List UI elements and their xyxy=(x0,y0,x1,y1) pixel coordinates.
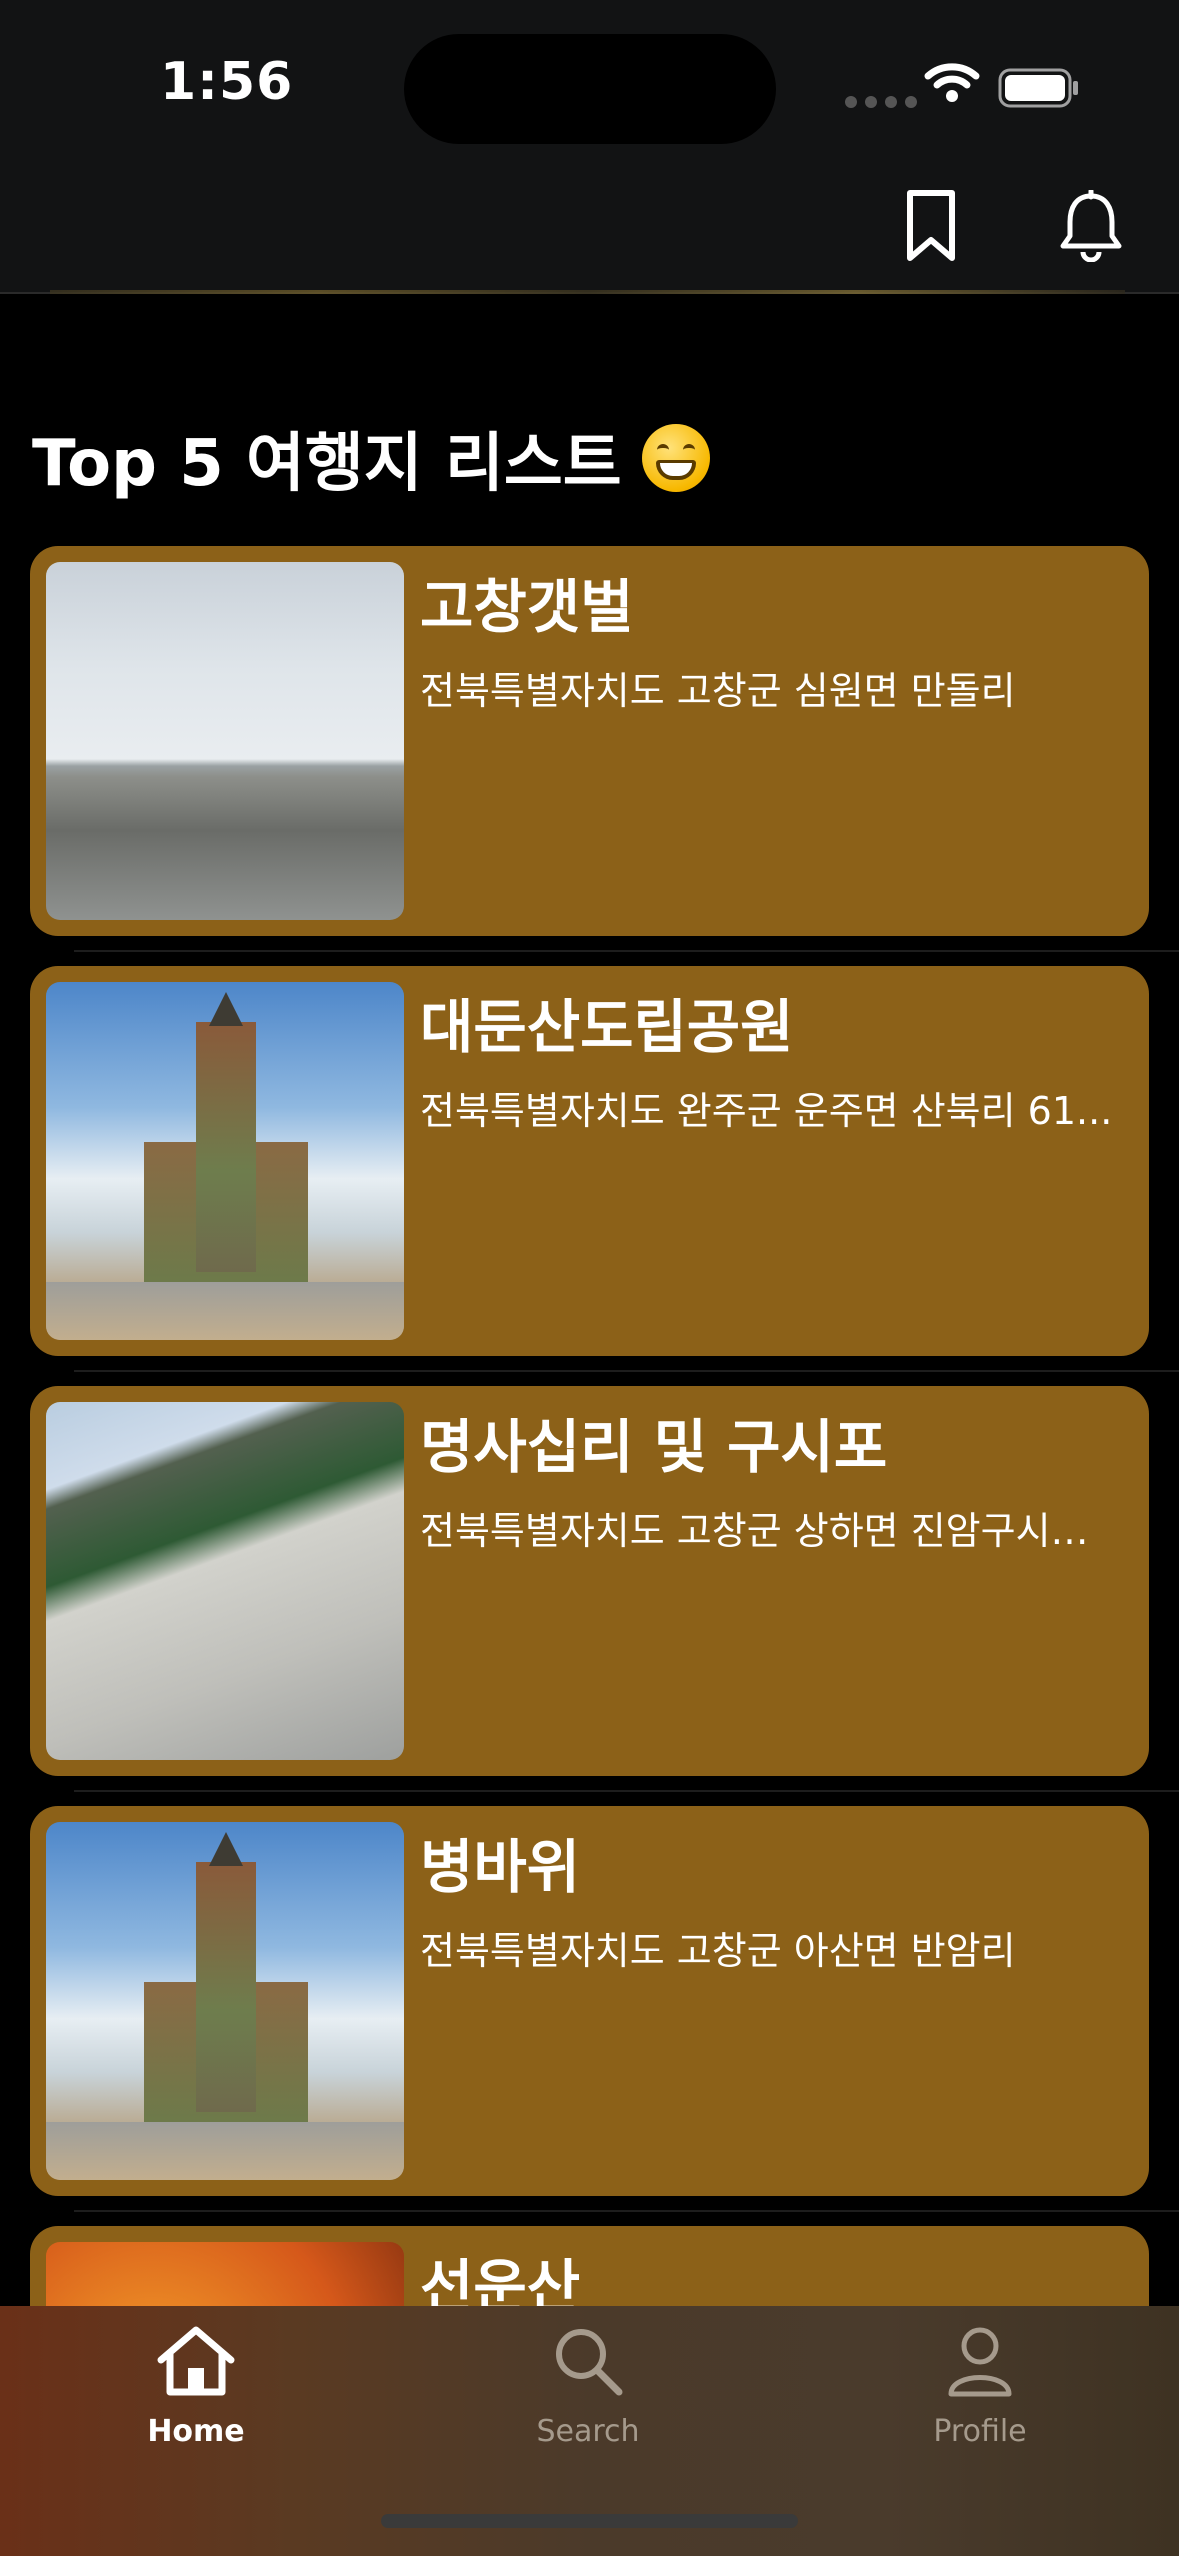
place-card[interactable]: 대둔산도립공원 전북특별자치도 완주군 운주면 산북리 61... xyxy=(30,966,1149,1356)
list-divider xyxy=(74,950,1179,952)
place-address: 전북특별자치도 고창군 상하면 진암구시… xyxy=(420,1509,1089,1553)
bell-icon[interactable] xyxy=(1058,190,1124,262)
home-indicator xyxy=(381,2514,798,2528)
tab-search[interactable]: Search xyxy=(488,2324,688,2449)
cellular-signal-icon xyxy=(845,96,917,108)
list-divider xyxy=(74,2210,1179,2212)
tab-profile-label: Profile xyxy=(933,2414,1027,2449)
status-time: 1:56 xyxy=(160,52,294,112)
place-name: 병바위 xyxy=(420,1833,581,1901)
place-name: 대둔산도립공원 xyxy=(420,993,794,1061)
list-divider xyxy=(74,1790,1179,1792)
place-thumbnail xyxy=(46,1822,404,2180)
place-address: 전북특별자치도 고창군 아산면 반암리 xyxy=(420,1929,1016,1973)
section-title-text: Top 5 여행지 리스트 xyxy=(32,427,622,501)
dynamic-island xyxy=(404,34,776,144)
place-card[interactable]: 고창갯벌 전북특별자치도 고창군 심원면 만돌리 xyxy=(30,546,1149,936)
place-name: 명사십리 및 구시포 xyxy=(420,1413,888,1481)
person-icon xyxy=(948,2327,1012,2397)
wifi-icon xyxy=(924,63,980,102)
tab-profile[interactable]: Profile xyxy=(880,2324,1080,2449)
banner-edge xyxy=(50,290,1125,294)
place-card[interactable]: 병바위 전북특별자치도 고창군 아산면 반암리 xyxy=(30,1806,1149,2196)
place-card[interactable]: 명사십리 및 구시포 전북특별자치도 고창군 상하면 진암구시… xyxy=(30,1386,1149,1776)
place-name: 고창갯벌 xyxy=(420,573,634,641)
tab-home-label: Home xyxy=(147,2414,245,2449)
bookmark-icon[interactable] xyxy=(905,188,957,264)
battery-icon xyxy=(998,68,1078,108)
place-thumbnail xyxy=(46,1402,404,1760)
list-divider xyxy=(74,1370,1179,1372)
magnifier-icon xyxy=(556,2329,623,2396)
top-navigation-bar: 1:56 xyxy=(0,0,1179,294)
place-thumbnail xyxy=(46,982,404,1340)
place-address: 전북특별자치도 고창군 심원면 만돌리 xyxy=(420,669,1016,713)
grinning-face-emoji-icon xyxy=(641,424,710,492)
house-icon xyxy=(157,2326,235,2396)
section-title: Top 5 여행지 리스트 xyxy=(32,412,710,504)
tab-home[interactable]: Home xyxy=(96,2324,296,2449)
app-screen: 1:56 Top 5 여행지 리스트 고창갯벌 전북특별자치도 고창군 심원면 … xyxy=(0,0,1179,2556)
tab-search-label: Search xyxy=(536,2414,640,2449)
place-address: 전북특별자치도 완주군 운주면 산북리 61... xyxy=(420,1089,1113,1133)
place-thumbnail xyxy=(46,562,404,920)
